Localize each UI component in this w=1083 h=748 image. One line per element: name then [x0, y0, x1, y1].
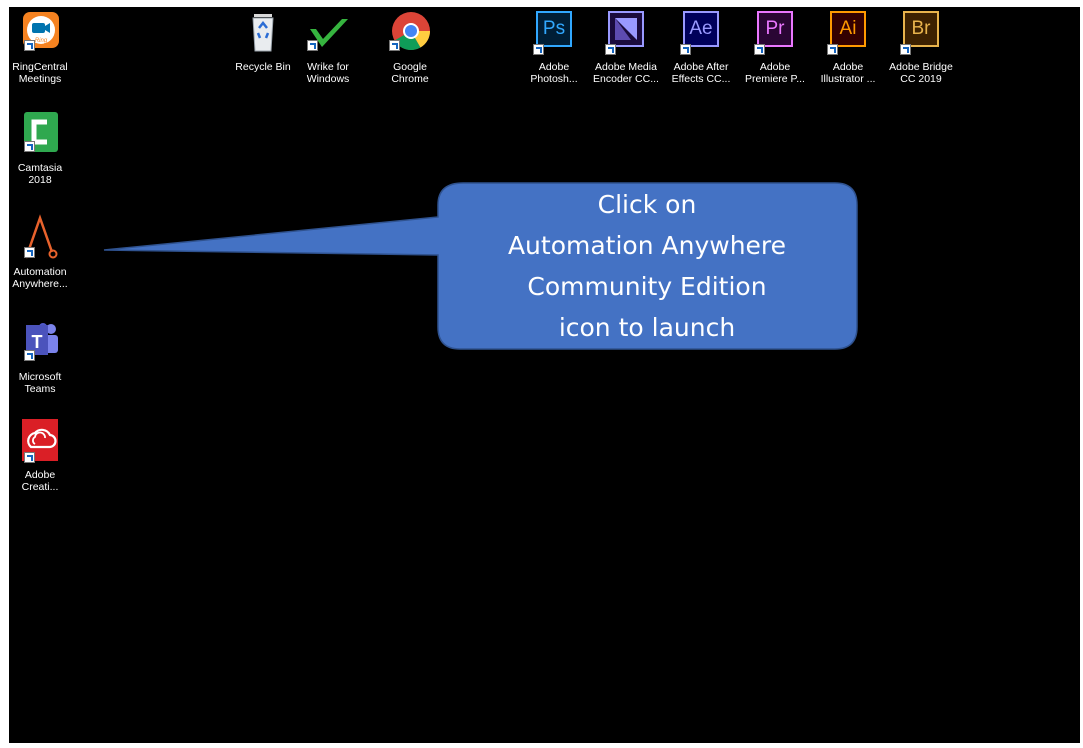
desktop: Ring RingCentral Meetings Camtasia 2018 … — [9, 7, 1080, 743]
callout-bubble — [103, 182, 858, 350]
callout-text: Click on Automation Anywhere Community E… — [507, 190, 787, 342]
